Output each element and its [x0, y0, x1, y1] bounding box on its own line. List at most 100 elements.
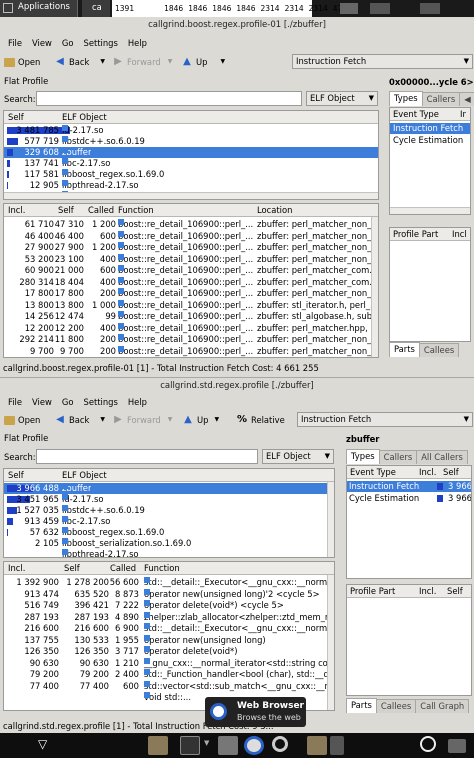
horizontal-scrollbar[interactable] — [390, 207, 470, 214]
tab-callers[interactable]: Callers — [421, 92, 461, 106]
vertical-scrollbar[interactable] — [371, 217, 378, 357]
open-button[interactable]: Open — [4, 412, 40, 428]
callee-row[interactable]: 17 800 17 800 200 boost::re_detail_106900::… — [4, 288, 378, 299]
back-button[interactable]: ◀ Back ▼ — [54, 412, 105, 428]
col-self[interactable]: Self — [8, 470, 24, 480]
network-icon[interactable] — [330, 736, 344, 755]
col-self[interactable]: Self — [447, 586, 463, 596]
callee-row[interactable]: 12 200 12 200 400 boost::re_detail_106900::… — [4, 322, 378, 334]
search-input[interactable] — [36, 91, 302, 106]
flat-profile-list[interactable]: Self ELF Object 3 481 785 ld-2.17.so 577 7… — [3, 110, 379, 200]
callee-row[interactable]: 292 214 11 800 200 boost::re_detail_106900:… — [4, 334, 378, 345]
flat-profile-row[interactable]: 3 481 785 ld-2.17.so — [4, 125, 378, 136]
menu-settings[interactable]: Settings — [84, 36, 118, 50]
vertical-scrollbar[interactable] — [327, 575, 334, 710]
col-profile-part[interactable]: Profile Part — [350, 586, 395, 596]
menu-view[interactable]: View — [32, 36, 52, 50]
col-elf-object[interactable]: ELF Object — [62, 112, 107, 122]
col-incl[interactable]: Incl. — [419, 586, 436, 596]
tab-types[interactable]: Types — [389, 91, 423, 106]
search-icon[interactable] — [272, 736, 288, 752]
up-button[interactable]: ▲ Up ▼ — [181, 54, 225, 70]
terminal-icon[interactable] — [180, 736, 200, 755]
open-button[interactable]: Open — [4, 54, 40, 70]
menu-help[interactable]: Help — [128, 36, 147, 50]
flat-profile-row[interactable]: 329 608 zbuffer — [4, 147, 378, 158]
folder-icon[interactable] — [307, 736, 327, 755]
flat-profile-row[interactable]: 137 741 libc-2.17.so — [4, 158, 378, 169]
col-incl[interactable]: Incl. — [419, 467, 436, 477]
dropdown-arrow-icon[interactable]: ▼ — [214, 412, 219, 428]
keyboard-icon[interactable] — [448, 739, 466, 753]
microphone-icon[interactable] — [420, 736, 436, 752]
col-incl[interactable]: Incl. — [8, 563, 25, 573]
tab-types[interactable]: Types — [346, 449, 380, 464]
file-manager-icon[interactable] — [148, 736, 168, 755]
callee-row[interactable]: 280 314 18 404 400 boost::re_detail_106900:… — [4, 276, 378, 288]
event-row-cycle-estimation[interactable]: Cycle Estimation — [390, 135, 470, 146]
flat-profile-row[interactable]: 1 527 035 libstdc++.so.6.0.19 — [4, 505, 334, 516]
menu-file[interactable]: File — [8, 395, 22, 409]
event-row-instruction-fetch[interactable]: Instruction Fetch 3 966 — [347, 481, 471, 492]
col-event-type[interactable]: Event Type — [393, 109, 439, 119]
menu-go[interactable]: Go — [62, 395, 74, 409]
forward-button[interactable]: ▶ Forward ▼ — [112, 412, 172, 428]
menu-view[interactable]: View — [32, 395, 52, 409]
relative-toggle[interactable]: % Relative — [236, 412, 285, 428]
dropdown-arrow-icon[interactable]: ▼ — [100, 412, 105, 428]
back-button[interactable]: ◀ Back ▼ — [54, 54, 105, 70]
callee-row[interactable]: 61 710 47 310 1 200 boost::re_detail_106900… — [4, 219, 378, 230]
callee-row[interactable]: 14 256 12 474 99 boost::re_detail_106900::p… — [4, 311, 378, 322]
callee-row[interactable]: 126 350 126 350 3 717 operator delete(void*… — [4, 646, 334, 657]
callee-row[interactable]: 60 900 21 000 600 boost::re_detail_106900::… — [4, 265, 378, 276]
dropdown-arrow-icon[interactable]: ▼ — [100, 54, 105, 70]
flat-profile-row[interactable]: libpthread-2.17.so — [4, 549, 334, 557]
event-row-instruction-fetch[interactable]: Instruction Fetch — [390, 123, 470, 134]
tab-parts[interactable]: Parts — [389, 342, 420, 357]
col-self[interactable]: Self — [443, 467, 459, 477]
dropdown-arrow-icon[interactable]: ▼ — [168, 412, 173, 428]
menu-go[interactable]: Go — [62, 36, 74, 50]
event-type-combo[interactable]: Instruction Fetch ▼ — [292, 54, 473, 69]
callees-list[interactable]: Incl. Self Called Function 1 392 900 1 27… — [3, 561, 335, 711]
vertical-scrollbar[interactable] — [327, 482, 334, 557]
tab-callees[interactable]: Callees — [375, 699, 417, 713]
search-input[interactable] — [36, 449, 258, 464]
tray-icon[interactable] — [340, 3, 358, 14]
menu-help[interactable]: Help — [128, 395, 147, 409]
flat-profile-row[interactable]: 117 581 libboost_regex.so.1.69.0 — [4, 169, 378, 180]
tab-scroll-left[interactable]: ◀ — [459, 92, 474, 106]
callee-row[interactable]: 913 474 635 520 8 873 operator new(unsigned… — [4, 588, 334, 600]
col-ir[interactable]: Ir — [460, 109, 466, 119]
web-browser-icon[interactable] — [244, 736, 264, 755]
col-function[interactable]: Function — [118, 205, 154, 215]
callee-row[interactable]: 53 200 23 100 400 boost::re_detail_106900::… — [4, 253, 378, 265]
flat-profile-row[interactable]: 3 966 488 zbuffer — [4, 483, 334, 494]
event-type-list[interactable]: Event Type Incl. Self Instruction Fetch … — [346, 465, 472, 579]
grouping-combo[interactable]: ELF Object ▼ — [262, 449, 334, 464]
col-profile-part[interactable]: Profile Part — [393, 229, 438, 239]
callee-row[interactable]: 90 630 90 630 1 210 __gnu_cxx::__normal_ite… — [4, 657, 334, 669]
col-self[interactable]: Self — [58, 205, 74, 215]
flat-profile-row[interactable]: 577 719 libstdc++.so.6.0.19 — [4, 136, 378, 147]
up-button[interactable]: ▲ Up ▼ — [182, 412, 219, 428]
tab-call-graph[interactable]: Call Graph — [415, 699, 470, 713]
col-called[interactable]: Called — [110, 563, 136, 573]
tab-callees[interactable]: Callees — [418, 343, 460, 357]
profile-part-list[interactable]: Profile Part Incl — [389, 227, 471, 342]
menu-settings[interactable]: Settings — [84, 395, 118, 409]
flat-profile-row[interactable]: 3 451 965 ld-2.17.so — [4, 494, 334, 505]
profile-part-list[interactable]: Profile Part Incl. Self — [346, 584, 472, 696]
flat-profile-row[interactable]: 913 459 libc-2.17.so — [4, 516, 334, 527]
menu-file[interactable]: File — [8, 36, 22, 50]
col-self[interactable]: Self — [8, 112, 24, 122]
callee-row[interactable]: 137 755 130 533 1 955 operator new(unsigned… — [4, 634, 334, 646]
grouping-combo[interactable]: ELF Object ▼ — [306, 91, 378, 106]
flat-profile-row[interactable]: 2 105 libboost_serialization.so.1.69.0 — [4, 538, 334, 549]
callee-row[interactable]: 46 400 46 400 600 boost::re_detail_106900::… — [4, 230, 378, 242]
window-list-icon[interactable] — [218, 736, 238, 755]
callee-row[interactable]: 9 700 9 700 200 boost::re_detail_106900::pe… — [4, 345, 378, 357]
col-self[interactable]: Self — [64, 563, 80, 573]
chevron-down-icon[interactable]: ▽ — [38, 737, 47, 751]
horizontal-scrollbar[interactable] — [4, 192, 378, 199]
